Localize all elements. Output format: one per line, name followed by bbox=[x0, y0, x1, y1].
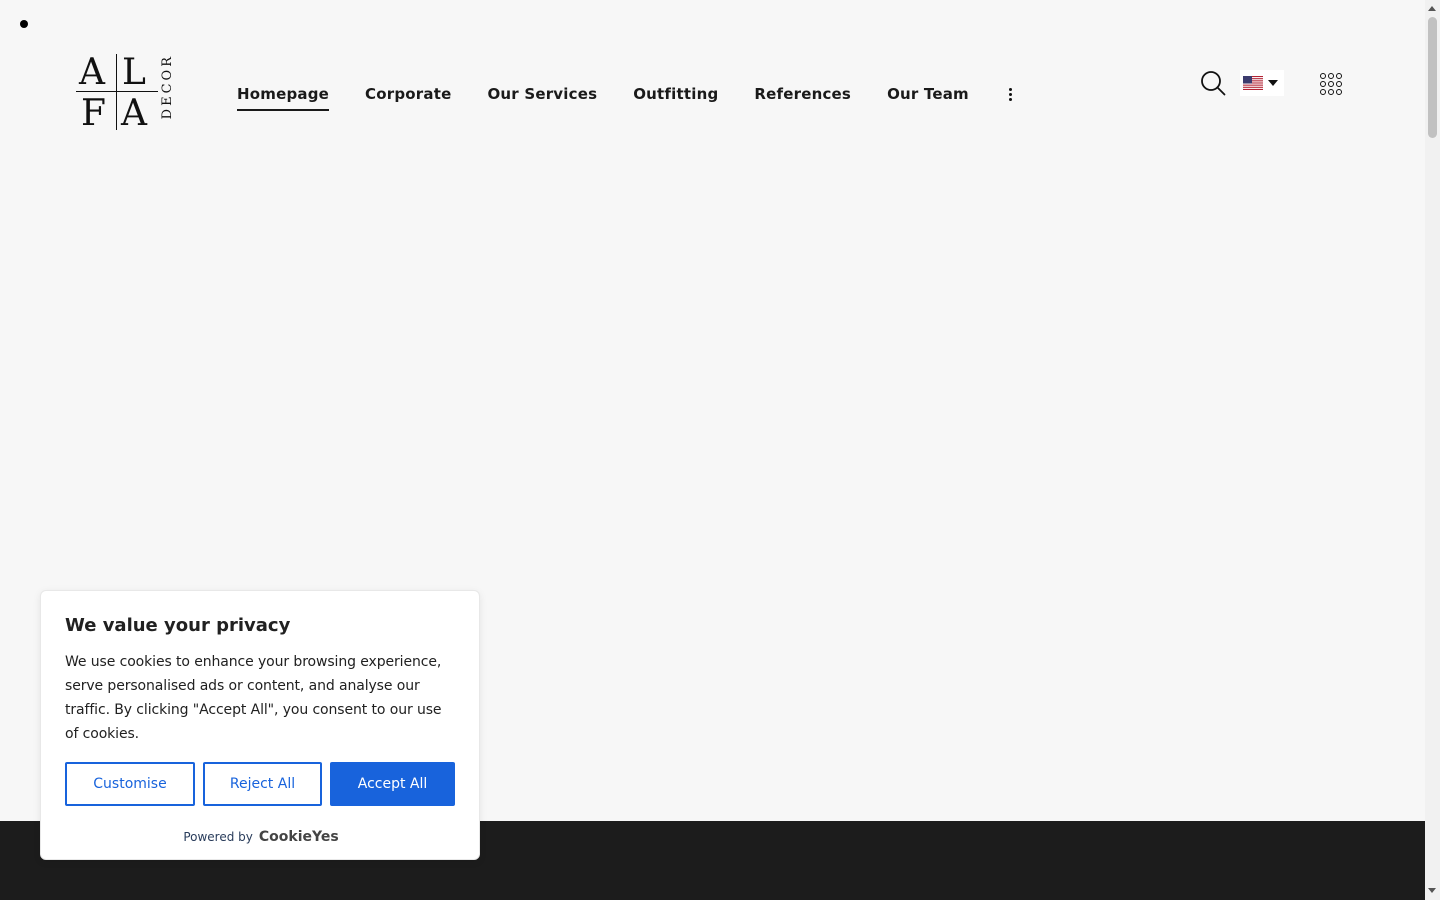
nav-item-our-services[interactable]: Our Services bbox=[487, 85, 597, 111]
scroll-down-icon[interactable] bbox=[1428, 888, 1436, 893]
us-flag-icon bbox=[1243, 76, 1263, 90]
logo-vertical-divider bbox=[116, 54, 117, 130]
reject-all-button[interactable]: Reject All bbox=[203, 762, 322, 806]
logo-letter-f: F bbox=[81, 93, 106, 134]
customise-button[interactable]: Customise bbox=[65, 762, 195, 806]
cookie-description: We use cookies to enhance your browsing … bbox=[65, 654, 442, 742]
logo-letter-a2: A bbox=[121, 93, 147, 134]
nav-item-our-team[interactable]: Our Team bbox=[887, 85, 969, 111]
powered-by-label: Powered by bbox=[183, 830, 253, 844]
page-scrollbar[interactable] bbox=[1425, 0, 1440, 900]
nav-item-homepage[interactable]: Homepage bbox=[237, 85, 330, 111]
logo-letter-l: L bbox=[122, 52, 146, 93]
nav-item-corporate[interactable]: Corporate bbox=[365, 85, 451, 111]
nav-item-outfitting[interactable]: Outfitting bbox=[633, 85, 718, 111]
logo-tagline: DECOR bbox=[160, 54, 175, 120]
more-vertical-icon[interactable] bbox=[1005, 84, 1016, 111]
powered-by: Powered by CookieYes bbox=[41, 829, 481, 845]
apps-grid-icon[interactable] bbox=[1320, 73, 1342, 95]
cookie-actions: Customise Reject All Accept All bbox=[65, 762, 455, 806]
chevron-down-icon bbox=[1268, 80, 1278, 86]
scroll-up-icon[interactable] bbox=[1428, 6, 1436, 11]
language-selector[interactable] bbox=[1240, 70, 1284, 96]
search-icon[interactable] bbox=[1200, 70, 1226, 96]
page-bullet bbox=[20, 20, 28, 28]
logo-letter-a1: A bbox=[79, 52, 105, 93]
logo-horizontal-divider bbox=[76, 91, 158, 92]
cookieyes-logo[interactable]: CookieYes bbox=[259, 829, 339, 845]
cookie-title: We value your privacy bbox=[65, 615, 291, 636]
cookie-consent-banner: We value your privacy We use cookies to … bbox=[40, 590, 480, 860]
accept-all-button[interactable]: Accept All bbox=[330, 762, 455, 806]
scroll-thumb[interactable] bbox=[1428, 17, 1437, 138]
alfa-decor-logo[interactable]: A L F A DECOR bbox=[76, 52, 176, 132]
nav-item-references[interactable]: References bbox=[754, 85, 851, 111]
main-nav: Homepage Corporate Our Services Outfitti… bbox=[237, 84, 1016, 111]
